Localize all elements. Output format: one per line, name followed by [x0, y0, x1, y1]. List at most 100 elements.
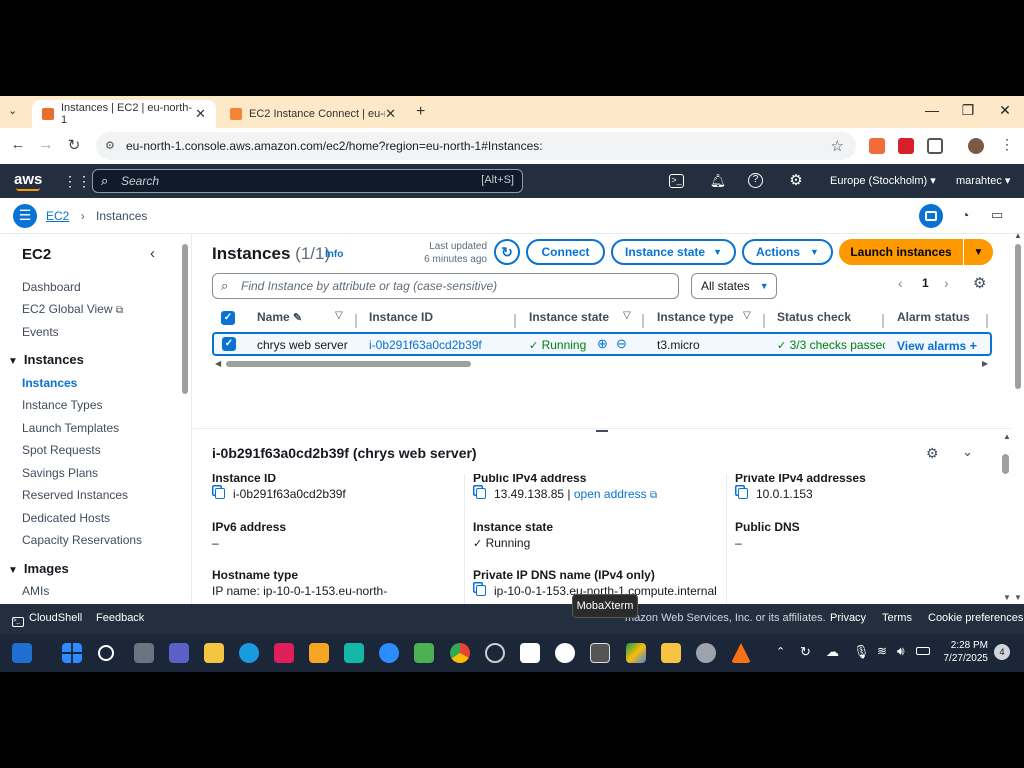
- connect-button[interactable]: Connect: [526, 239, 605, 265]
- scroll-up-icon[interactable]: ▲: [1014, 231, 1022, 240]
- new-tab-icon[interactable]: +: [416, 103, 425, 121]
- notification-badge[interactable]: 4: [994, 644, 1010, 660]
- sidebar-item-dedicated-hosts[interactable]: Dedicated Hosts: [22, 511, 110, 525]
- details-settings-gear-icon[interactable]: ⚙: [926, 445, 939, 462]
- copy-icon[interactable]: [215, 488, 225, 499]
- services-grid-icon[interactable]: ⋮⋮⋮: [63, 172, 105, 190]
- profile-avatar[interactable]: [968, 138, 984, 154]
- sidebar-item-instances[interactable]: Instances: [22, 376, 77, 390]
- cell-instance-id-link[interactable]: i-0b291f63a0cd2b39f: [369, 338, 482, 352]
- scroll-up-icon[interactable]: ▲: [1003, 432, 1011, 441]
- extension-icon[interactable]: [869, 138, 885, 154]
- sidebar-item-spot-requests[interactable]: Spot Requests: [22, 443, 101, 457]
- chevron-down-icon[interactable]: ⌄: [962, 444, 973, 460]
- refresh-button[interactable]: ↻: [494, 239, 520, 265]
- instance-state-button[interactable]: Instance state ▼: [611, 239, 736, 265]
- sidebar-item-dashboard[interactable]: Dashboard: [22, 280, 81, 294]
- page-number[interactable]: 1: [922, 276, 929, 290]
- tab-search-icon[interactable]: ⌄: [8, 104, 17, 117]
- copy-icon[interactable]: [738, 488, 748, 499]
- cookie-preferences-link[interactable]: Cookie preferences: [928, 612, 1023, 624]
- close-icon[interactable]: ✕: [195, 106, 206, 122]
- privacy-link[interactable]: Privacy: [830, 612, 866, 624]
- minimize-icon[interactable]: —: [922, 102, 942, 118]
- terms-link[interactable]: Terms: [882, 612, 912, 624]
- sidebar-item-global-view[interactable]: EC2 Global View ⧉: [22, 302, 123, 316]
- scroll-right-icon[interactable]: ▶: [982, 359, 988, 368]
- resize-handle[interactable]: [596, 430, 608, 432]
- sort-caret-icon[interactable]: ▽: [743, 310, 751, 321]
- sidebar-scrollbar[interactable]: [182, 244, 188, 394]
- column-header-status-check[interactable]: Status check: [777, 310, 851, 324]
- prev-page-icon[interactable]: ‹: [898, 275, 903, 291]
- panel-toggle-icon[interactable]: [919, 204, 943, 228]
- wifi-icon[interactable]: ≋: [877, 644, 887, 658]
- battery-icon[interactable]: [916, 647, 930, 655]
- column-separator[interactable]: [642, 314, 644, 328]
- column-header-instance-type[interactable]: Instance type: [657, 310, 734, 324]
- sort-caret-icon[interactable]: ▽: [623, 310, 631, 321]
- file-explorer-icon[interactable]: [661, 643, 681, 663]
- copy-icon[interactable]: [476, 585, 486, 596]
- select-all-checkbox[interactable]: ✓: [221, 311, 235, 325]
- menu-dots-icon[interactable]: ⋮: [1000, 136, 1014, 153]
- sort-caret-icon[interactable]: ▽: [335, 310, 343, 321]
- sidebar-item-events[interactable]: Events: [22, 325, 59, 339]
- microphone-icon[interactable]: 🎙︎: [853, 644, 870, 660]
- store-icon[interactable]: [204, 643, 224, 663]
- column-separator[interactable]: [514, 314, 516, 328]
- reload-icon[interactable]: ↻: [64, 136, 84, 154]
- help-icon[interactable]: ?: [748, 173, 763, 188]
- volume-icon[interactable]: 🔊︎: [897, 644, 905, 659]
- slack-icon[interactable]: [274, 643, 294, 663]
- app-icon[interactable]: [309, 643, 329, 663]
- clock[interactable]: 2:28 PM 7/27/2025: [938, 639, 989, 665]
- obs-icon[interactable]: [485, 643, 505, 663]
- sidebar-section-instances[interactable]: ▼ Instances: [8, 352, 84, 367]
- google-drive-icon[interactable]: [626, 643, 646, 663]
- sync-icon[interactable]: ↻: [800, 644, 811, 660]
- launch-instances-button[interactable]: Launch instances: [839, 239, 963, 265]
- vlc-icon[interactable]: [731, 643, 751, 663]
- scroll-down-icon[interactable]: ▼: [1014, 593, 1022, 602]
- column-separator[interactable]: [882, 314, 884, 328]
- search-input[interactable]: ⌕ Search [Alt+S]: [92, 169, 523, 193]
- cloud-icon[interactable]: ☁: [826, 644, 839, 660]
- screen-panel-icon[interactable]: ▭: [991, 207, 1003, 223]
- actions-button[interactable]: Actions ▼: [742, 239, 833, 265]
- search-icon[interactable]: [98, 645, 114, 661]
- zoom-app-icon[interactable]: [379, 643, 399, 663]
- close-window-icon[interactable]: ✕: [995, 102, 1015, 119]
- tab-instance-connect[interactable]: EC2 Instance Connect | eu-nortl ✕: [220, 100, 406, 128]
- site-info-icon[interactable]: ⚙: [105, 139, 115, 152]
- capcut-icon[interactable]: [520, 643, 540, 663]
- feedback-link[interactable]: Feedback: [96, 612, 144, 624]
- view-alarms-link[interactable]: View alarms +: [897, 338, 977, 353]
- breadcrumb-ec2-link[interactable]: EC2: [46, 209, 69, 223]
- sidebar-item-savings-plans[interactable]: Savings Plans: [22, 466, 98, 480]
- start-windows-icon[interactable]: [62, 643, 82, 663]
- cloudshell-link[interactable]: >_ CloudShell: [12, 612, 82, 627]
- photos-icon[interactable]: [414, 643, 434, 663]
- aws-logo[interactable]: aws: [14, 171, 42, 188]
- sidebar-item-instance-types[interactable]: Instance Types: [22, 398, 103, 412]
- row-checkbox[interactable]: ✓: [222, 337, 236, 351]
- bell-icon[interactable]: 🔔︎: [709, 172, 727, 190]
- column-header-alarm-status[interactable]: Alarm status: [897, 310, 970, 324]
- hamburger-menu-icon[interactable]: ☰: [13, 204, 37, 228]
- edge-icon[interactable]: [239, 643, 259, 663]
- info-link[interactable]: Info: [325, 249, 343, 260]
- column-separator[interactable]: [763, 314, 765, 328]
- account-menu[interactable]: marahtec ▾: [956, 174, 1010, 187]
- states-filter-select[interactable]: All states ▼: [691, 273, 777, 299]
- open-address-link[interactable]: open address: [574, 487, 647, 501]
- forward-icon[interactable]: →: [36, 136, 56, 153]
- extension-icon[interactable]: [898, 138, 914, 154]
- vpn-shield-icon[interactable]: [344, 643, 364, 663]
- bookmark-star-icon[interactable]: ☆: [831, 137, 844, 155]
- column-separator[interactable]: [986, 314, 988, 328]
- close-icon[interactable]: ✕: [385, 106, 396, 122]
- settings-icon[interactable]: [696, 643, 716, 663]
- maximize-icon[interactable]: ❐: [958, 102, 978, 119]
- puzzle-icon[interactable]: [927, 138, 943, 154]
